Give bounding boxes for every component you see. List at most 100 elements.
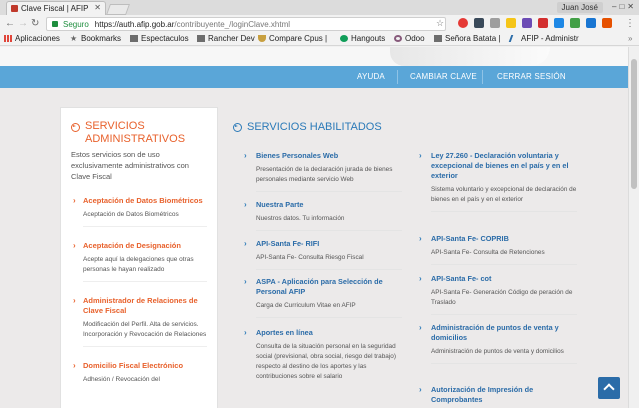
extension-icon-6[interactable] [538,18,548,28]
nav-cambiar-clave-link[interactable]: CAMBIAR CLAVE [410,72,477,81]
bookmark-espectaculos[interactable]: Espectaculos [130,34,189,43]
url-path: /contribuyente_/loginClave.xhtml [174,20,291,29]
bookmark-hangouts[interactable]: Hangouts [340,34,385,43]
bookmark-odoo[interactable]: Odoo [394,34,425,43]
browser-titlebar: Clave Fiscal | AFIP ✕ Juan José –□✕ [0,0,639,15]
bookmarks-bar: Aplicaciones ★ Bookmarks Espectaculos Ran… [0,33,639,46]
service-desc: Administración de puntos de venta y domi… [431,348,564,355]
extension-icon-10[interactable] [602,18,612,28]
scrollbar-thumb[interactable] [631,59,637,189]
folder-icon [434,35,442,42]
service-title[interactable]: API-Santa Fe- cot [419,274,577,284]
service-item[interactable]: › Administración de puntos de venta y do… [419,323,577,364]
odoo-icon [394,35,402,42]
window-controls[interactable]: –□✕ [612,2,637,11]
page-scrollbar[interactable] [628,47,639,408]
divider [256,191,402,192]
sidebar-item-desc: Acepte aquí la delegaciones que otras pe… [83,256,194,273]
sidebar-item-title[interactable]: Administrador de Relaciones de Clave Fis… [83,296,207,316]
extension-icon-7[interactable] [554,18,564,28]
sidebar-item[interactable]: › Aceptación de Datos Biométricos Acepta… [71,196,207,227]
back-arrow-icon[interactable]: ← [5,18,15,29]
service-item[interactable]: › Autorización de Impresión de Comproban… [419,385,577,405]
service-item[interactable]: › Nuestra Parte Nuestros datos. Tu infor… [244,200,402,231]
service-item[interactable]: › Aportes en línea Consulta de la situac… [244,328,402,382]
sidebar-item[interactable]: › Domicilio Fiscal Electrónico Adhesión … [71,361,207,385]
chevron-right-icon: › [244,200,247,209]
new-tab-button[interactable] [105,4,131,15]
apps-grid-icon [4,35,12,42]
service-title[interactable]: Aportes en línea [244,328,402,338]
afip-icon [508,35,520,42]
bookmarks-overflow-icon[interactable]: » [628,34,632,43]
service-title[interactable]: Ley 27.260 - Declaración voluntaria y ex… [419,151,577,181]
profile-button[interactable]: Juan José [556,2,603,13]
nav-cerrar-sesion-link[interactable]: CERRAR SESIÓN [497,72,566,81]
chevron-right-icon: › [244,151,247,160]
chevron-circle-icon [71,123,80,132]
divider [83,346,207,347]
service-item[interactable]: › Ley 27.260 - Declaración voluntaria y … [419,151,577,212]
extension-icon-4[interactable] [506,18,516,28]
banner-decoration [390,47,550,66]
service-item[interactable]: › Bienes Personales Web Presentación de … [244,151,402,192]
service-title[interactable]: API-Santa Fe- COPRIB [419,234,577,244]
bookmark-bookmarks[interactable]: ★ Bookmarks [70,34,121,43]
nav-ayuda-link[interactable]: AYUDA [357,72,385,81]
sidebar-item[interactable]: › Administrador de Relaciones de Clave F… [71,296,207,347]
page-content: AYUDA CAMBIAR CLAVE CERRAR SESIÓN SERVIC… [0,47,628,408]
sidebar-item-title[interactable]: Aceptación de Designación [83,241,207,251]
bookmark-rancher-dev[interactable]: Rancher Dev [197,34,255,43]
bookmark-star-icon[interactable]: ☆ [436,18,444,29]
service-item[interactable]: › API-Santa Fe- RIFI API-Santa Fe- Consu… [244,239,402,270]
sidebar-item-title[interactable]: Domicilio Fiscal Electrónico [83,361,207,371]
divider [256,269,402,270]
url-host: https://auth.afip.gob.ar [94,20,175,29]
back-to-top-button[interactable] [598,377,620,399]
service-desc: Carga de Curriculum Vitae en AFIP [256,302,356,309]
bookmark-compare-cpus[interactable]: Compare Cpus | [258,34,327,43]
menu-kebab-icon[interactable]: ⋮ [625,18,635,29]
chevron-right-icon: › [419,234,422,243]
reload-icon[interactable]: ↻ [31,18,39,29]
service-title[interactable]: API-Santa Fe- RIFI [244,239,402,249]
extension-icon-3[interactable] [490,18,500,28]
star-icon: ★ [70,34,78,43]
shield-icon [258,35,266,42]
close-tab-icon[interactable]: ✕ [94,3,101,12]
browser-toolbar: ← → ↻ Seguro https://auth.afip.gob.ar/con… [0,15,639,33]
sidebar-item-title[interactable]: Aceptación de Datos Biométricos [83,196,207,206]
bookmark-senora-batata[interactable]: Señora Batata | [434,34,500,43]
afip-favicon-icon [11,5,18,12]
divider [83,281,207,282]
service-title[interactable]: ASPA - Aplicación para Selección de Pers… [244,277,402,297]
opera-extension-icon[interactable] [458,18,468,28]
extension-icon-9[interactable] [586,18,596,28]
service-item[interactable]: › API-Santa Fe- COPRIB API-Santa Fe- Con… [419,234,577,265]
service-title[interactable]: Autorización de Impresión de Comprobante… [419,385,577,405]
sidebar-item-desc: Adhesión / Revocación del [83,376,160,383]
secure-label: Seguro [63,20,89,29]
chevron-right-icon: › [244,277,247,286]
service-item[interactable]: › ASPA - Aplicación para Selección de Pe… [244,277,402,318]
extension-icon-8[interactable] [570,18,580,28]
service-desc: API-Santa Fe- Generación Código de perac… [431,289,573,306]
extension-icon-5[interactable] [522,18,532,28]
browser-tab[interactable]: Clave Fiscal | AFIP ✕ [6,1,106,15]
address-bar[interactable]: Seguro https://auth.afip.gob.ar/contribuy… [46,17,446,31]
service-desc: Sistema voluntario y excepcional de decl… [431,186,577,203]
extension-icon-2[interactable] [474,18,484,28]
forward-arrow-icon[interactable]: → [18,18,28,29]
servicios-administrativos-panel: SERVICIOS ADMINISTRATIVOS Estos servicio… [60,107,218,408]
bookmark-afip[interactable]: AFIP - Administr [508,34,579,43]
chevron-right-icon: › [419,151,422,160]
service-title[interactable]: Nuestra Parte [244,200,402,210]
service-desc: API-Santa Fe- Consulta de Retenciones [431,249,545,256]
sidebar-item[interactable]: › Aceptación de Designación Acepte aquí … [71,241,207,282]
service-title[interactable]: Bienes Personales Web [244,151,402,161]
bookmark-aplicaciones[interactable]: Aplicaciones [4,34,60,43]
sidebar-item-desc: Modificación del Perfil. Alta de servici… [83,321,207,338]
service-item[interactable]: › API-Santa Fe- cot API-Santa Fe- Genera… [419,274,577,315]
service-title[interactable]: Administración de puntos de venta y domi… [419,323,577,343]
sidebar-title: SERVICIOS ADMINISTRATIVOS [85,120,186,145]
